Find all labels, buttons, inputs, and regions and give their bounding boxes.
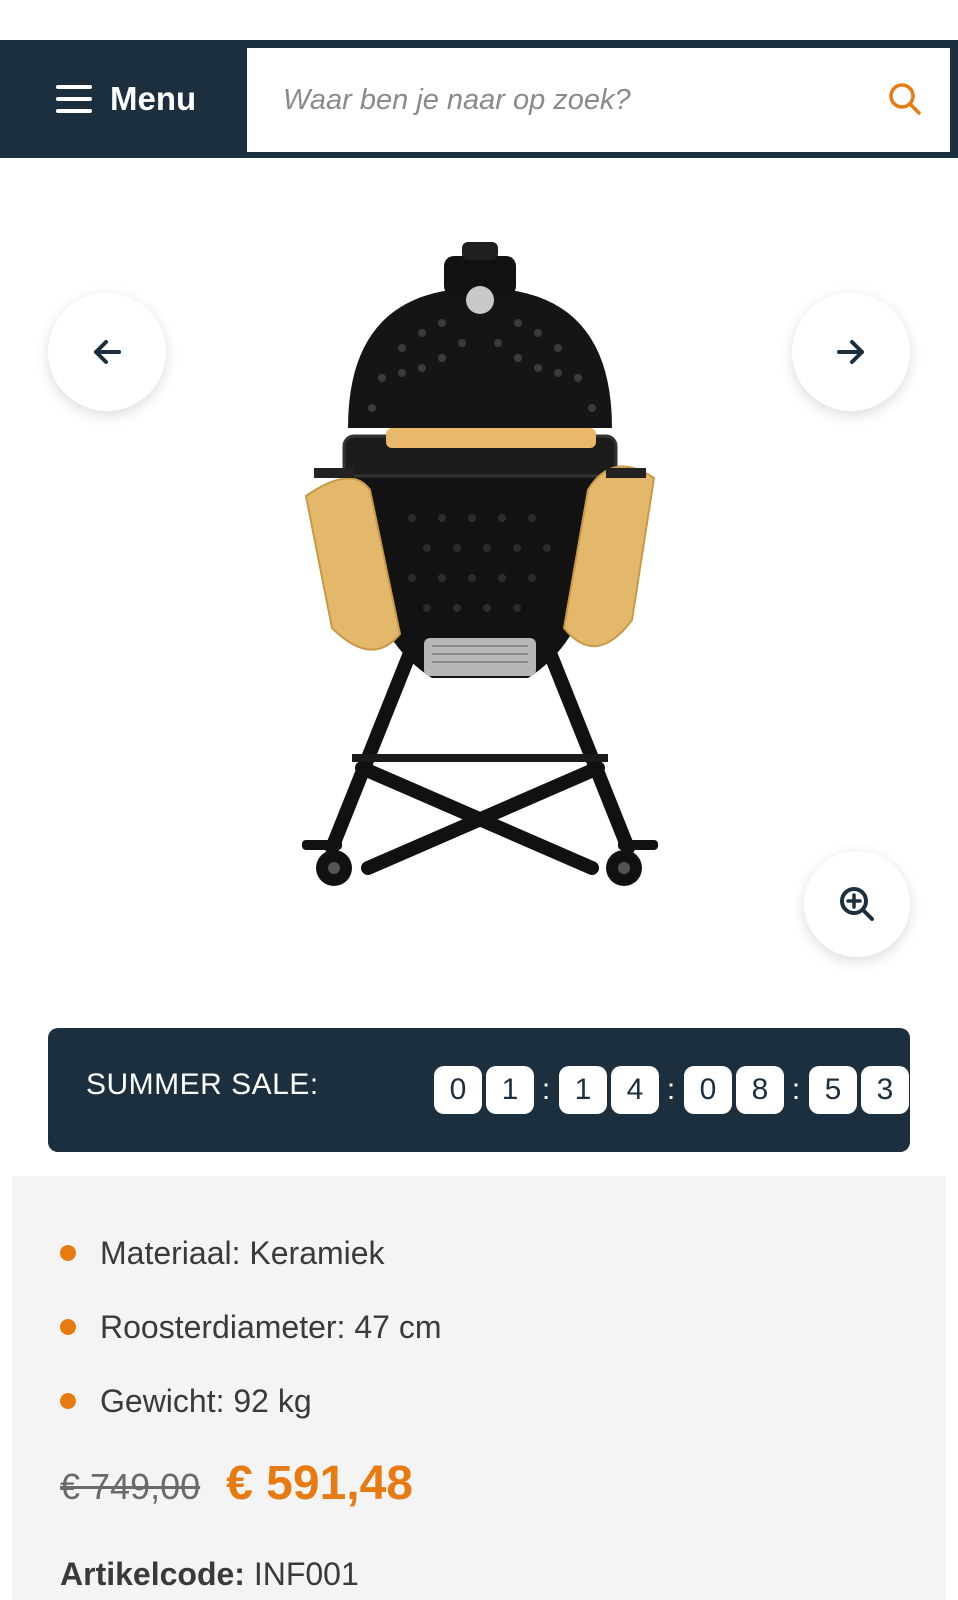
countdown-digit: 0 [434,1066,482,1114]
search-input[interactable] [283,83,873,117]
product-gallery [0,158,958,1004]
countdown-separator: : [791,1073,801,1106]
summer-sale-banner: SUMMER SALE: 0 1 : 1 4 : 0 8 : 5 3 [48,1028,910,1152]
article-code-label: Artikelcode: [60,1556,245,1592]
spec-text: Roosterdiameter: 47 cm [100,1308,442,1345]
menu-button[interactable]: Menu [0,40,246,158]
spec-text: Gewicht: 92 kg [100,1382,312,1419]
spec-item: Gewicht: 92 kg [60,1364,441,1438]
zoom-button[interactable] [804,851,910,957]
search-icon[interactable] [886,80,924,118]
countdown-separator: : [666,1073,676,1106]
countdown-digit: 5 [809,1066,857,1114]
countdown-separator: : [541,1073,551,1106]
arrow-right-icon [837,340,864,364]
zoom-in-icon [840,887,874,921]
spec-list: Materiaal: Keramiek Roosterdiameter: 47 … [60,1216,441,1438]
price-row: € 749,00 € 591,48 [60,1456,413,1511]
header-bar: Menu [0,40,958,158]
countdown-digit: 8 [736,1066,784,1114]
countdown-digit: 0 [684,1066,732,1114]
menu-label: Menu [110,80,197,117]
spec-text: Materiaal: Keramiek [100,1234,385,1271]
sale-price: € 591,48 [226,1457,413,1510]
article-code-value: INF001 [253,1556,359,1592]
countdown-digit: 1 [559,1066,607,1114]
bullet-icon [60,1245,76,1261]
old-price: € 749,00 [60,1466,201,1507]
countdown-digit: 4 [611,1066,659,1114]
next-image-button[interactable] [792,293,910,411]
arrow-left-icon [94,340,121,364]
countdown-digit: 1 [486,1066,534,1114]
previous-image-button[interactable] [48,293,166,411]
spec-item: Roosterdiameter: 47 cm [60,1290,441,1364]
product-info-panel: Materiaal: Keramiek Roosterdiameter: 47 … [12,1176,946,1600]
countdown-timer: 0 1 : 1 4 : 0 8 : 5 3 [434,1066,913,1114]
bullet-icon [60,1319,76,1335]
spec-item: Materiaal: Keramiek [60,1216,441,1290]
countdown-digit: 3 [861,1066,909,1114]
hamburger-icon [56,85,92,113]
sale-label: SUMMER SALE: [86,1068,319,1101]
product-image [302,242,658,886]
article-code: Artikelcode: INF001 [60,1556,359,1593]
bullet-icon [60,1393,76,1409]
search-bar [247,48,950,152]
